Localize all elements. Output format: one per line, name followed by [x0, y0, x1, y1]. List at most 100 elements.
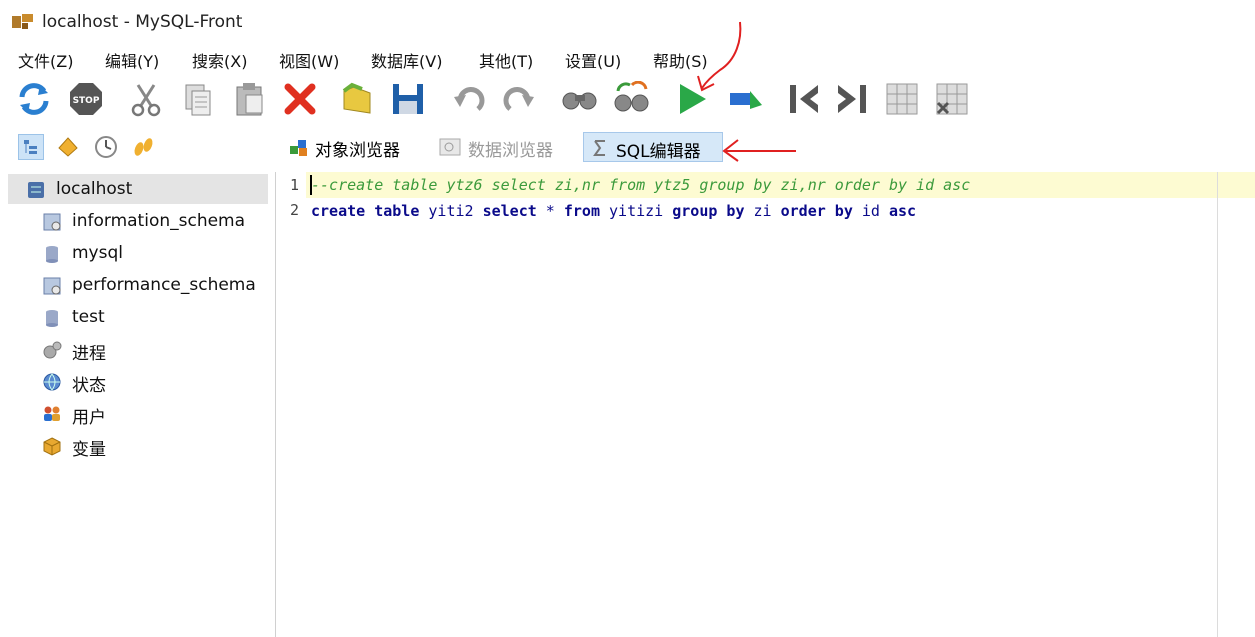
- favorites-button[interactable]: [55, 134, 81, 160]
- tree-item-variables[interactable]: 变量: [42, 430, 272, 460]
- tree-item-label: information_schema: [72, 211, 246, 231]
- sql-text: *: [536, 202, 564, 220]
- tree-item-label: test: [72, 307, 105, 327]
- code-line-2: create table yiti2 select * from yitizi …: [311, 199, 916, 223]
- stop-button[interactable]: STOP: [68, 74, 104, 124]
- undo-button[interactable]: [452, 74, 488, 124]
- tree-item-label: performance_schema: [72, 275, 256, 295]
- users-icon: [44, 406, 60, 421]
- favorites-icon: [58, 137, 78, 157]
- app-logo-icon: [12, 14, 33, 29]
- delete-row-icon: [936, 83, 968, 115]
- tree-root-label: localhost: [56, 179, 133, 199]
- sql-text: id: [852, 202, 889, 220]
- server-icon: [28, 182, 44, 198]
- line-number: 1: [290, 176, 300, 194]
- menu-bar: 文件(Z) 编辑(Y) 搜索(X) 视图(W) 数据库(V) 其他(T) 设置(…: [0, 44, 1255, 74]
- sql-keyword: select: [482, 202, 537, 220]
- editor-margin-line: [1217, 172, 1218, 637]
- refresh-button[interactable]: [16, 74, 52, 124]
- undo-icon: [454, 87, 485, 111]
- tree-view-button[interactable]: [18, 134, 44, 160]
- cut-button[interactable]: [128, 74, 164, 124]
- database-icon: [46, 310, 58, 327]
- tab-sql-editor-label: SQL编辑器: [616, 142, 701, 162]
- object-tree: localhost information_schema mysql perfo…: [0, 172, 272, 637]
- save-icon: [393, 84, 423, 114]
- tree-item-test[interactable]: test: [42, 302, 272, 332]
- tree-item-information-schema[interactable]: information_schema: [42, 206, 272, 236]
- find-button[interactable]: [560, 74, 597, 124]
- tab-object-browser-label: 对象浏览器: [315, 141, 400, 161]
- clock-icon: [95, 136, 117, 158]
- last-icon: [838, 85, 866, 113]
- menu-search[interactable]: 搜索(X): [192, 48, 247, 72]
- title-bar: localhost - MySQL-Front: [0, 0, 1255, 44]
- sql-history-button[interactable]: [130, 134, 156, 160]
- sql-keyword: group by: [672, 202, 745, 220]
- svg-text:STOP: STOP: [73, 96, 100, 106]
- first-record-button[interactable]: [786, 74, 822, 124]
- tree-item-localhost[interactable]: localhost: [8, 174, 268, 204]
- sql-keyword: from: [563, 202, 600, 220]
- globe-icon: [43, 373, 61, 391]
- open-button[interactable]: [340, 74, 376, 124]
- tree-item-performance-schema[interactable]: performance_schema: [42, 270, 272, 300]
- package-icon: [43, 437, 61, 456]
- tab-data-browser[interactable]: 数据浏览器: [436, 132, 576, 162]
- paste-button[interactable]: [232, 74, 268, 124]
- tree-item-mysql[interactable]: mysql: [42, 238, 272, 268]
- sql-keyword: asc: [889, 202, 917, 220]
- tree-item-users[interactable]: 用户: [42, 398, 272, 428]
- delete-row-button[interactable]: [934, 74, 970, 124]
- sql-editor[interactable]: 1 2 --create table ytz6 select zi,nr fro…: [275, 172, 1255, 637]
- history-button[interactable]: [93, 134, 119, 160]
- last-record-button[interactable]: [834, 74, 870, 124]
- tree-item-label: 状态: [72, 376, 106, 396]
- tree-item-label: 进程: [72, 344, 106, 364]
- paste-icon: [236, 83, 263, 116]
- menu-view[interactable]: 视图(W): [279, 48, 339, 72]
- sql-text: yitizi: [600, 202, 673, 220]
- sql-keyword: create table: [311, 202, 420, 220]
- copy-button[interactable]: [180, 74, 216, 124]
- open-icon: [342, 82, 371, 114]
- delete-icon: [284, 83, 316, 115]
- tree-item-processes[interactable]: 进程: [42, 334, 272, 364]
- insert-row-icon: [886, 83, 918, 115]
- text-cursor: [310, 175, 312, 195]
- system-database-icon: [43, 277, 61, 295]
- insert-row-button[interactable]: [884, 74, 920, 124]
- tab-data-browser-label: 数据浏览器: [468, 141, 553, 161]
- redo-button[interactable]: [500, 74, 536, 124]
- data-browser-icon: [439, 138, 461, 156]
- object-browser-icon: [290, 140, 307, 156]
- tree-item-status[interactable]: 状态: [42, 366, 272, 396]
- tab-sql-editor[interactable]: SQL编辑器: [583, 132, 723, 162]
- menu-file[interactable]: 文件(Z): [18, 48, 73, 72]
- toolbar: STOP: [0, 74, 1255, 124]
- tree-item-label: 变量: [72, 440, 106, 460]
- redo-icon: [503, 87, 534, 111]
- tab-object-browser[interactable]: 对象浏览器: [283, 132, 428, 162]
- delete-button[interactable]: [282, 74, 318, 124]
- gears-icon: [43, 341, 62, 359]
- line-number-gutter: 1 2: [276, 172, 306, 637]
- menu-settings[interactable]: 设置(U): [565, 48, 621, 72]
- window-title: localhost - MySQL-Front: [42, 12, 243, 32]
- annotation-arrow-run: [697, 21, 742, 92]
- tree-icon: [24, 140, 37, 154]
- replace-button[interactable]: [612, 74, 649, 124]
- menu-database[interactable]: 数据库(V): [371, 48, 442, 72]
- footprints-icon: [134, 138, 153, 156]
- line-number: 2: [290, 201, 300, 219]
- tree-item-label: 用户: [72, 408, 106, 428]
- sql-editor-icon: [593, 140, 605, 156]
- menu-edit[interactable]: 编辑(Y): [105, 48, 159, 72]
- menu-other[interactable]: 其他(T): [479, 48, 533, 72]
- annotation-arrow-sql-tab: [722, 139, 796, 162]
- sql-keyword: order by: [780, 202, 853, 220]
- save-button[interactable]: [390, 74, 426, 124]
- sql-text: zi: [744, 202, 781, 220]
- view-tabs-bar: 对象浏览器 数据浏览器 SQL编辑器: [0, 126, 1255, 170]
